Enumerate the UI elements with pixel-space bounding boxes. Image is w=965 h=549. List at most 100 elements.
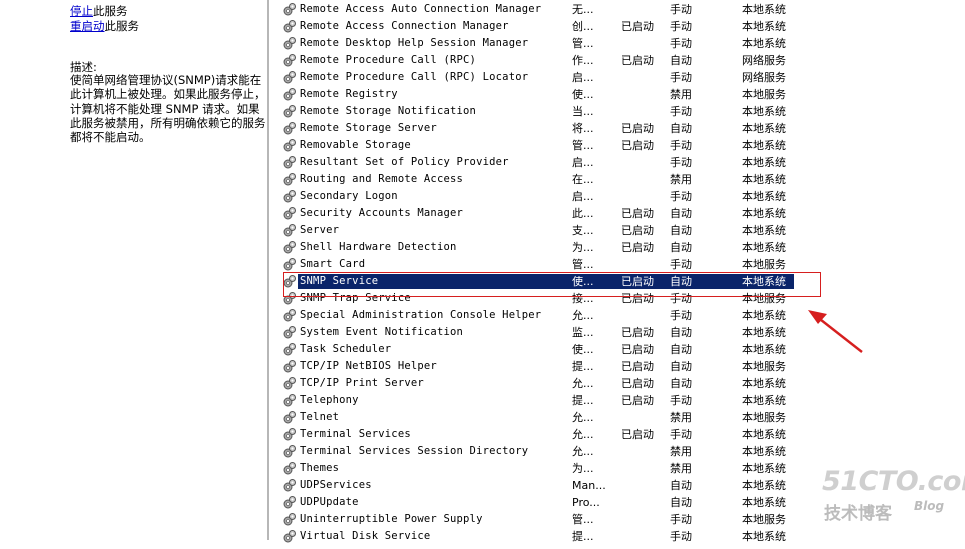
restart-service-link[interactable]: 重启动 xyxy=(70,19,105,33)
service-row[interactable]: Virtual Disk Service 提... 手动 本地系统 xyxy=(282,528,965,545)
service-name: Resultant Set of Policy Provider xyxy=(300,156,509,168)
service-name: Terminal Services xyxy=(300,428,411,440)
service-name: Server xyxy=(300,224,340,236)
service-row[interactable]: Secondary Logon 启... 手动 本地系统 xyxy=(282,188,965,205)
service-row[interactable]: TCP/IP Print Server 允... 已启动 自动 本地系统 xyxy=(282,375,965,392)
service-description-cell: 为... xyxy=(572,241,594,254)
stop-suffix: 此服务 xyxy=(93,4,128,18)
gear-icon xyxy=(282,461,297,476)
service-logon-as: 本地系统 xyxy=(742,139,786,152)
service-row[interactable]: Routing and Remote Access 在... 禁用 本地系统 xyxy=(282,171,965,188)
service-startup-type: 手动 xyxy=(670,428,692,441)
service-row[interactable]: Remote Registry 使... 禁用 本地服务 xyxy=(282,86,965,103)
service-row[interactable]: Remote Storage Notification 当... 手动 本地系统 xyxy=(282,103,965,120)
service-row[interactable]: Remote Desktop Help Session Manager 管... 手… xyxy=(282,35,965,52)
service-row[interactable]: Resultant Set of Policy Provider 启... 手动 本地… xyxy=(282,154,965,171)
service-logon-as: 本地服务 xyxy=(742,360,786,373)
service-description-cell: 此... xyxy=(572,207,594,220)
service-name: Removable Storage xyxy=(300,139,411,151)
service-row[interactable]: Remote Storage Server 将... 已启动 自动 本地系统 xyxy=(282,120,965,137)
gear-icon xyxy=(282,410,297,425)
service-startup-type: 禁用 xyxy=(670,411,692,424)
service-startup-type: 手动 xyxy=(670,139,692,152)
service-name: TCP/IP Print Server xyxy=(300,377,424,389)
service-description-cell: 管... xyxy=(572,139,594,152)
service-status: 已启动 xyxy=(621,224,654,237)
service-name: Remote Procedure Call (RPC) Locator xyxy=(300,71,529,83)
service-logon-as: 本地系统 xyxy=(742,496,786,509)
service-name: Shell Hardware Detection xyxy=(300,241,457,253)
service-logon-as: 本地系统 xyxy=(742,343,786,356)
service-row[interactable]: Remote Access Connection Manager 创... 已启动 手… xyxy=(282,18,965,35)
gear-icon xyxy=(282,257,297,272)
service-name: Remote Storage Notification xyxy=(300,105,477,117)
service-row[interactable]: Terminal Services Session Directory 允... 禁… xyxy=(282,443,965,460)
service-description-cell: 提... xyxy=(572,530,594,543)
service-description-cell: 当... xyxy=(572,105,594,118)
service-row[interactable]: Removable Storage 管... 已启动 手动 本地系统 xyxy=(282,137,965,154)
service-name: Virtual Disk Service xyxy=(300,530,431,542)
gear-icon xyxy=(282,308,297,323)
service-name: Remote Access Connection Manager xyxy=(300,20,509,32)
service-description-cell: 管... xyxy=(572,513,594,526)
service-startup-type: 手动 xyxy=(670,3,692,16)
service-startup-type: 自动 xyxy=(670,122,692,135)
gear-icon xyxy=(282,138,297,153)
service-startup-type: 禁用 xyxy=(670,445,692,458)
service-name: System Event Notification xyxy=(300,326,464,338)
service-logon-as: 本地系统 xyxy=(742,428,786,441)
service-name: Terminal Services Session Directory xyxy=(300,445,529,457)
service-status: 已启动 xyxy=(621,54,654,67)
service-row[interactable]: Remote Procedure Call (RPC) Locator 启... 手… xyxy=(282,69,965,86)
service-startup-type: 自动 xyxy=(670,241,692,254)
service-logon-as: 本地系统 xyxy=(742,190,786,203)
service-name: Telephony xyxy=(300,394,359,406)
service-row[interactable]: TCP/IP NetBIOS Helper 提... 已启动 自动 本地服务 xyxy=(282,358,965,375)
service-name: Smart Card xyxy=(300,258,366,270)
service-logon-as: 本地系统 xyxy=(742,326,786,339)
service-startup-type: 手动 xyxy=(670,190,692,203)
service-row[interactable]: Telnet 允... 禁用 本地服务 xyxy=(282,409,965,426)
gear-icon xyxy=(282,512,297,527)
service-row[interactable]: Smart Card 管... 手动 本地服务 xyxy=(282,256,965,273)
service-description-cell: 无... xyxy=(572,3,594,16)
service-startup-type: 手动 xyxy=(670,513,692,526)
service-startup-type: 手动 xyxy=(670,20,692,33)
service-row[interactable]: Server 支... 已启动 自动 本地系统 xyxy=(282,222,965,239)
service-startup-type: 禁用 xyxy=(670,462,692,475)
service-startup-type: 自动 xyxy=(670,54,692,67)
service-row[interactable]: Shell Hardware Detection 为... 已启动 自动 本地系统 xyxy=(282,239,965,256)
service-description-cell: 启... xyxy=(572,190,594,203)
watermark-51cto: 51CTO.com 技术博客 Blog xyxy=(822,466,965,526)
service-actions: 停止此服务 重启动此服务 xyxy=(70,4,139,34)
pane-divider[interactable] xyxy=(267,0,269,540)
service-row[interactable]: Telephony 提... 已启动 手动 本地系统 xyxy=(282,392,965,409)
service-status: 已启动 xyxy=(621,139,654,152)
service-row[interactable]: Remote Procedure Call (RPC) 作... 已启动 自动 网络服务 xyxy=(282,52,965,69)
stop-service-link[interactable]: 停止 xyxy=(70,4,93,18)
service-row[interactable]: Remote Access Auto Connection Manager 无..… xyxy=(282,1,965,18)
service-row[interactable]: Security Accounts Manager 此... 已启动 自动 本地系统 xyxy=(282,205,965,222)
service-status: 已启动 xyxy=(621,343,654,356)
gear-icon xyxy=(282,104,297,119)
service-row[interactable]: Terminal Services 允... 已启动 手动 本地系统 xyxy=(282,426,965,443)
service-description-cell: 支... xyxy=(572,224,594,237)
service-name: Themes xyxy=(300,462,340,474)
service-name: Remote Desktop Help Session Manager xyxy=(300,37,529,49)
service-logon-as: 本地服务 xyxy=(742,513,786,526)
restart-suffix: 此服务 xyxy=(104,19,140,33)
service-logon-as: 本地系统 xyxy=(742,445,786,458)
service-logon-as: 本地系统 xyxy=(742,122,786,135)
gear-icon xyxy=(282,342,297,357)
service-logon-as: 本地系统 xyxy=(742,3,786,16)
gear-icon xyxy=(282,359,297,374)
service-status: 已启动 xyxy=(621,20,654,33)
service-description-cell: 允... xyxy=(572,377,594,390)
service-name: Task Scheduler xyxy=(300,343,392,355)
service-description-cell: 将... xyxy=(572,122,594,135)
service-startup-type: 自动 xyxy=(670,479,692,492)
service-name: Remote Registry xyxy=(300,88,398,100)
gear-icon xyxy=(282,53,297,68)
service-name: TCP/IP NetBIOS Helper xyxy=(300,360,437,372)
service-description-cell: 允... xyxy=(572,428,594,441)
